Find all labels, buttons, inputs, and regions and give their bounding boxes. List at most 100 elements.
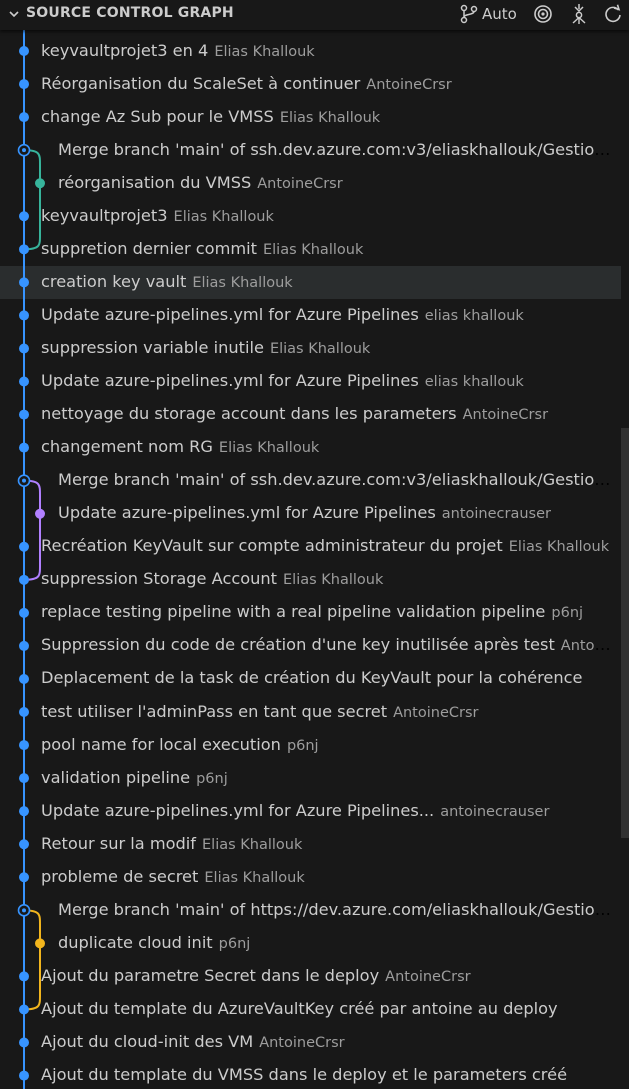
target-button[interactable] [533, 3, 553, 25]
commit-text: Réorganisation du ScaleSet à continuer An… [41, 74, 611, 95]
commit-message: Update azure-pipelines.yml for Azure Pip… [58, 503, 436, 523]
commit-author: Elias Khallouk [202, 836, 303, 853]
commit-message: suppretion dernier commit [41, 238, 257, 258]
commit-row[interactable]: Update azure-pipelines.yml for Azure Pip… [0, 795, 621, 828]
panel-title: SOURCE CONTROL GRAPH [26, 5, 234, 21]
commit-message: Suppression du code de création d'une ke… [41, 635, 555, 655]
source-control-graph-view: keyvaultprojet3 en 4 Elias Khallouk Réorga… [0, 0, 629, 1089]
commit-message: Retour sur la modif [41, 833, 196, 853]
commit-author: AntoineCrsr [393, 704, 479, 721]
commit-author: p6nj [551, 605, 584, 622]
commit-row[interactable]: Recréation KeyVault sur compte administr… [0, 530, 621, 563]
commit-text: Update azure-pipelines.yml for Azure Pip… [58, 503, 611, 524]
chevron-down-icon[interactable] [8, 8, 20, 20]
commit-message: réorganisation du VMSS [58, 172, 252, 192]
commit-message: change Az Sub pour le VMSS [41, 106, 274, 126]
commit-row[interactable]: validation pipeline p6nj [0, 762, 621, 795]
commit-row[interactable]: Retour sur la modif Elias Khallouk [0, 828, 621, 861]
commit-row[interactable]: Merge branch 'main' of https://dev.azure… [0, 894, 621, 927]
commit-row[interactable]: Réorganisation du ScaleSet à continuer An… [0, 68, 621, 101]
commit-row[interactable]: Merge branch 'main' of ssh.dev.azure.com… [0, 134, 621, 167]
commit-row[interactable]: nettoyage du storage account dans les pa… [0, 398, 621, 431]
commit-author: AntoineCrsr [462, 407, 549, 424]
commit-message: Update azure-pipelines.yml for Azure Pip… [41, 800, 435, 820]
commit-message: test utiliser l'adminPass en tant que se… [41, 701, 388, 721]
fetch-button[interactable] [569, 3, 589, 25]
commit-author: AntoineCrsr [257, 175, 343, 192]
commit-author: Elias Khallouk [279, 109, 381, 126]
commit-message: Merge branch 'main' of ssh.dev.azure.com… [58, 470, 611, 490]
commit-row[interactable]: Update azure-pipelines.yml for Azure Pip… [0, 497, 621, 530]
commit-text: Deplacement de la task de création du Ke… [41, 668, 611, 688]
commit-row[interactable]: Update azure-pipelines.yml for Azure Pip… [0, 299, 621, 332]
commit-message: Merge branch 'main' of ssh.dev.azure.com… [58, 139, 611, 159]
auto-branch-button[interactable]: Auto [460, 3, 517, 25]
panel-header[interactable]: SOURCE CONTROL GRAPH Auto [0, 0, 629, 30]
commit-message: Ajout du template du VMSS dans le deploy… [41, 1065, 568, 1085]
commit-row[interactable]: probleme de secret Elias Khallouk [0, 861, 621, 894]
fetch-icon [572, 4, 586, 24]
commit-message: Réorganisation du ScaleSet à continuer [41, 73, 361, 93]
commit-author: Elias Khallouk [508, 539, 610, 556]
commit-text: creation key vault Elias Khallouk [41, 272, 611, 293]
commit-message: keyvaultprojet3 en 4 [41, 40, 209, 60]
commit-author: elias khallouk [424, 374, 524, 390]
commit-row[interactable]: creation key vault Elias Khallouk [0, 265, 621, 299]
commit-row[interactable]: suppretion dernier commit Elias Khallouk [0, 233, 621, 266]
commit-message: validation pipeline [41, 767, 191, 787]
commit-author: Elias Khallouk [218, 440, 320, 457]
commit-author: AntoineCrsr [259, 1035, 345, 1051]
commit-author: AntoineCrsr [385, 968, 471, 985]
commit-message: Merge branch 'main' of https://dev.azure… [58, 899, 611, 919]
commit-text: Merge branch 'main' of ssh.dev.azure.com… [58, 470, 611, 490]
commit-row[interactable]: duplicate cloud init p6nj [0, 927, 621, 960]
branch-icon [460, 4, 478, 24]
commit-row[interactable]: keyvaultprojet3 en 4 Elias Khallouk [0, 35, 621, 68]
commit-row[interactable]: change Az Sub pour le VMSS Elias Khallouk [0, 101, 621, 134]
commit-author: Elias Khallouk [262, 241, 364, 258]
refresh-button[interactable] [603, 3, 623, 25]
commit-row[interactable]: changement nom RG Elias Khallouk [0, 431, 621, 464]
commit-row[interactable]: Deplacement de la task de création du Ke… [0, 662, 621, 695]
commit-text: Update azure-pipelines.yml for Azure Pip… [41, 305, 611, 326]
commit-author: Elias Khallouk [214, 43, 315, 60]
commit-row[interactable]: pool name for local execution p6nj [0, 729, 621, 762]
commit-row[interactable]: Suppression du code de création d'une ke… [0, 629, 621, 662]
commit-text: suppression Storage Account Elias Khallou… [41, 569, 611, 590]
commit-row[interactable]: suppression Storage Account Elias Khallou… [0, 563, 621, 596]
commit-row[interactable]: test utiliser l'adminPass en tant que se… [0, 696, 621, 729]
scrollbar-thumb[interactable] [621, 428, 629, 838]
commit-row[interactable]: réorganisation du VMSS AntoineCrsr [0, 167, 621, 200]
commit-message: probleme de secret [41, 866, 199, 886]
commit-message: keyvaultprojet3 [41, 205, 168, 225]
commit-row[interactable]: Ajout du template du AzureVaultKey créé … [0, 993, 621, 1026]
commit-text: validation pipeline p6nj [41, 768, 611, 789]
commit-row[interactable]: keyvaultprojet3 Elias Khallouk [0, 200, 621, 233]
commit-message: Deplacement de la task de création du Ke… [41, 668, 583, 688]
commit-text: Recréation KeyVault sur compte administr… [41, 536, 611, 557]
commit-row[interactable]: suppression variable inutile Elias Khallo… [0, 332, 621, 365]
commit-row[interactable]: replace testing pipeline with a real pip… [0, 596, 621, 629]
commit-row[interactable]: Ajout du template du VMSS dans le deploy… [0, 1059, 621, 1089]
commit-message: nettoyage du storage account dans les pa… [41, 404, 457, 424]
commit-text: suppretion dernier commit Elias Khallouk [41, 239, 611, 260]
commit-author: AntoineCrsr [560, 638, 611, 655]
commit-text: nettoyage du storage account dans les pa… [41, 404, 611, 425]
commit-message: changement nom RG [41, 437, 213, 457]
commit-text: Ajout du cloud-init des VM AntoineCrsr [41, 1032, 611, 1053]
commit-row[interactable]: Merge branch 'main' of ssh.dev.azure.com… [0, 464, 621, 497]
commit-text: Ajout du template du AzureVaultKey créé … [41, 999, 611, 1019]
commit-text: changement nom RG Elias Khallouk [41, 437, 611, 458]
commit-message: duplicate cloud init [58, 932, 213, 952]
commit-author: Elias Khallouk [269, 340, 371, 357]
commit-row[interactable]: Ajout du parametre Secret dans le deploy… [0, 960, 621, 993]
commit-author: Elias Khallouk [173, 208, 274, 225]
commit-row[interactable]: Ajout du cloud-init des VM AntoineCrsr [0, 1026, 621, 1059]
commit-message: replace testing pipeline with a real pip… [41, 602, 546, 622]
commit-message: Update azure-pipelines.yml for Azure Pip… [41, 304, 419, 324]
commit-message: Update azure-pipelines.yml for Azure Pip… [41, 371, 419, 390]
commit-text: Update azure-pipelines.yml for Azure Pip… [41, 801, 611, 822]
commit-text: Merge branch 'main' of https://dev.azure… [58, 900, 611, 920]
commit-row[interactable]: Update azure-pipelines.yml for Azure Pip… [0, 365, 621, 398]
commit-text: suppression variable inutile Elias Khallo… [41, 338, 611, 359]
